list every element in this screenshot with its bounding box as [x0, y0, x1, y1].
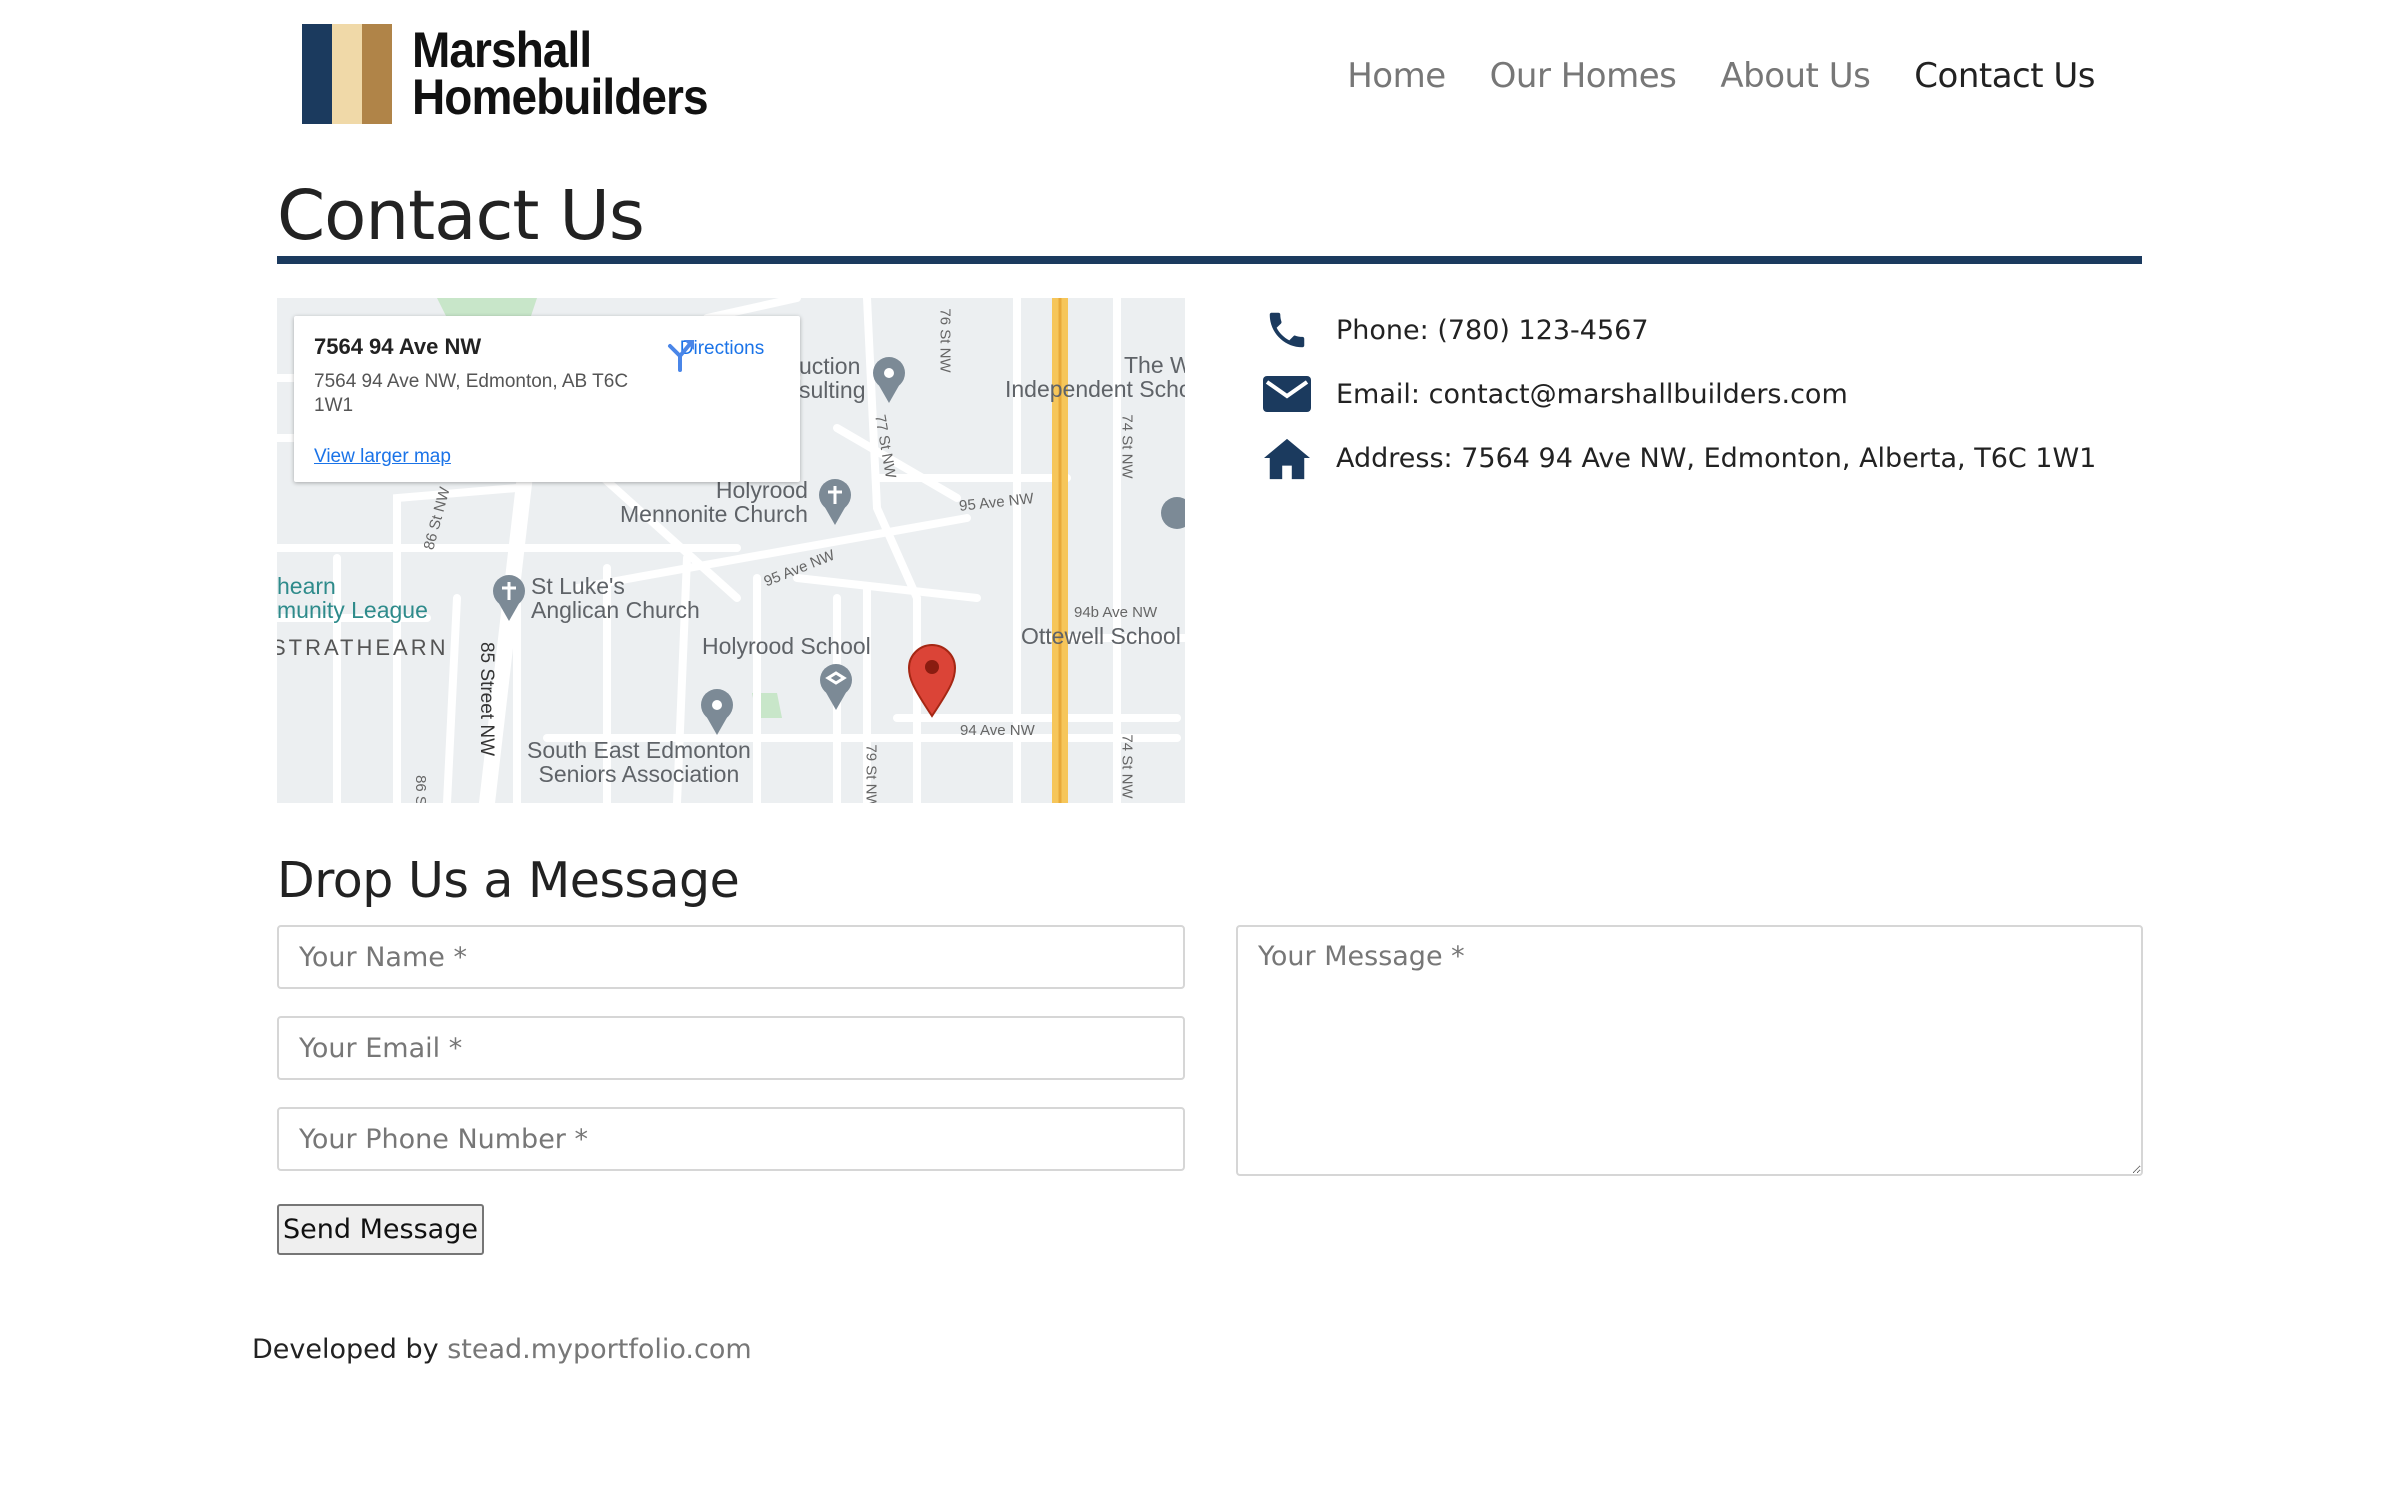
- footer-prefix: Developed by: [252, 1334, 439, 1365]
- directions-icon: [668, 340, 694, 372]
- map-label-86-st-b: 86 S: [411, 775, 429, 803]
- logo-line-1: Marshall: [412, 22, 592, 78]
- map-card-title: 7564 94 Ave NW: [314, 334, 482, 359]
- map-label-74-st-a: 74 St NW: [1118, 414, 1136, 479]
- email-input[interactable]: [277, 1016, 1185, 1080]
- contact-email: Email: contact@marshallbuilders.com: [1336, 379, 1848, 410]
- contact-address: Address: 7564 94 Ave NW, Edmonton, Alber…: [1336, 443, 2096, 474]
- logo-text: Marshall Homebuilders: [412, 22, 709, 125]
- map-label-74-st-b: 74 St NW: [1118, 734, 1136, 799]
- phone-value[interactable]: (780) 123-4567: [1437, 315, 1648, 346]
- map-label-85-street: 85 Street NW: [476, 641, 498, 757]
- map-label-ottewell-school: Ottewell School: [1021, 623, 1181, 649]
- address-value: 7564 94 Ave NW, Edmonton, Alberta, T6C 1…: [1461, 442, 2097, 474]
- footer: Developed by stead.myportfolio.com: [252, 1334, 752, 1365]
- map-label-strathearn: STRATHEARN: [277, 635, 449, 660]
- logo-bar-cream: [332, 24, 362, 124]
- address-label: Address:: [1336, 442, 1453, 474]
- developer-link[interactable]: stead.myportfolio.com: [447, 1334, 751, 1365]
- view-larger-map-link[interactable]: View larger map: [314, 446, 451, 468]
- map-label-holyrood-church: Holyrood Mennonite Church: [620, 477, 808, 527]
- phone-label: Phone:: [1336, 314, 1429, 346]
- site-logo[interactable]: Marshall Homebuilders: [302, 22, 733, 126]
- phone-input[interactable]: [277, 1107, 1185, 1171]
- name-input[interactable]: [277, 925, 1185, 989]
- logo-bar-navy: [302, 24, 332, 124]
- logo-line-2: Homebuilders: [412, 69, 709, 125]
- form-title: Drop Us a Message: [277, 852, 740, 909]
- nav-our-homes[interactable]: Our Homes: [1490, 56, 1677, 96]
- send-message-button[interactable]: Send Message: [277, 1204, 484, 1255]
- map-label-construction: uction sulting: [799, 353, 866, 403]
- contact-email-row: Email: contact@marshallbuilders.com: [1262, 362, 2096, 426]
- map-label-community-league: hearn munity League: [277, 573, 428, 623]
- map-label-st-lukes: St Luke's Anglican Church: [531, 573, 700, 623]
- map-card-address: 7564 94 Ave NW, Edmonton, AB T6C 1W1: [314, 371, 629, 416]
- map-label-76-st: 76 St NW: [936, 308, 954, 373]
- contact-phone-row: Phone: (780) 123-4567: [1262, 298, 2096, 362]
- map-label-independent-school: The W Independent Scho: [1005, 352, 1185, 402]
- contact-address-row: Address: 7564 94 Ave NW, Edmonton, Alber…: [1262, 426, 2096, 490]
- email-value[interactable]: contact@marshallbuilders.com: [1429, 379, 1848, 410]
- map-label-94-ave: 94 Ave NW: [960, 722, 1035, 739]
- directions-button[interactable]: Directions: [662, 336, 782, 372]
- nav-about-us[interactable]: About Us: [1720, 56, 1870, 96]
- phone-icon: [1262, 305, 1312, 355]
- page-title: Contact Us: [277, 176, 645, 256]
- main-nav: Home Our Homes About Us Contact Us: [1347, 56, 2095, 96]
- map-label-94b-ave: 94b Ave NW: [1074, 604, 1158, 621]
- contact-phone: Phone: (780) 123-4567: [1336, 315, 1649, 346]
- map-label-se-seniors: South East Edmonton Seniors Association: [527, 737, 751, 787]
- envelope-icon: [1262, 369, 1312, 419]
- map-info-card: 7564 94 Ave NW 7564 94 Ave NW, Edmonton,…: [294, 316, 800, 482]
- logo-mark: [302, 24, 392, 124]
- map-label-holyrood-school: Holyrood School: [702, 633, 871, 659]
- nav-home[interactable]: Home: [1347, 56, 1446, 96]
- embedded-map[interactable]: uction sulting Holyrood Mennonite Church…: [277, 298, 1185, 803]
- email-label: Email:: [1336, 378, 1421, 410]
- contact-info: Phone: (780) 123-4567 Email: contact@mar…: [1262, 298, 2096, 490]
- nav-contact-us[interactable]: Contact Us: [1914, 56, 2095, 96]
- home-icon: [1262, 433, 1312, 483]
- map-label-79-st: 79 St NW: [862, 744, 880, 803]
- message-textarea[interactable]: [1236, 925, 2143, 1176]
- title-divider: [277, 256, 2142, 264]
- logo-bar-gold: [362, 24, 392, 124]
